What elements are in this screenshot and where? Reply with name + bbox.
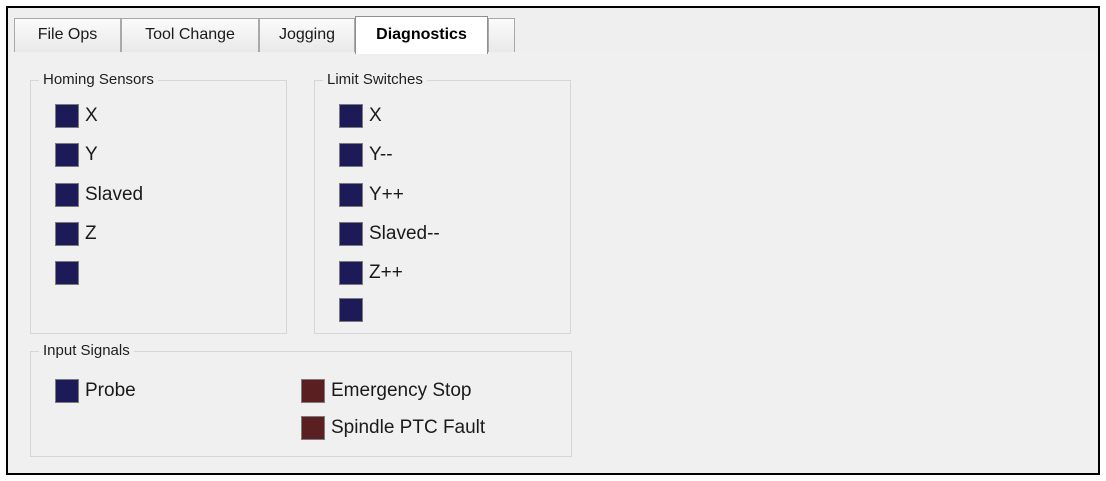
limit-switch-x: X — [339, 103, 382, 129]
tab-unnamed[interactable] — [488, 18, 515, 52]
limit-slaved-minus-indicator — [339, 222, 363, 246]
tab-jogging[interactable]: Jogging — [259, 18, 355, 52]
limit-z-plus-indicator — [339, 261, 363, 285]
input-signals-group: Input Signals Probe Emergency Stop Spind… — [30, 342, 572, 457]
spindle-ptc-fault-indicator — [301, 416, 325, 440]
limit-y-plus-label: Y++ — [369, 184, 404, 205]
limit-x-label: X — [369, 105, 382, 126]
tab-bar: File Ops Tool Change Jogging Diagnostics — [8, 8, 1098, 54]
limit-unlabeled-indicator — [339, 298, 363, 322]
input-signal-emergency-stop: Emergency Stop — [301, 378, 471, 404]
emergency-stop-label: Emergency Stop — [331, 380, 472, 401]
homing-slaved-label: Slaved — [85, 184, 144, 205]
homing-sensors-group: Homing Sensors X Y Slaved Z — [30, 71, 287, 334]
limit-switches-title: Limit Switches — [323, 71, 427, 89]
homing-sensor-x: X — [55, 103, 98, 129]
diagnostics-panel: Homing Sensors X Y Slaved Z Limit Switch… — [8, 53, 1098, 473]
limit-switch-y-plus: Y++ — [339, 182, 404, 208]
homing-y-indicator — [55, 143, 79, 167]
probe-label: Probe — [85, 380, 136, 401]
homing-slaved-indicator — [55, 183, 79, 207]
limit-slaved-minus-label: Slaved-- — [369, 223, 440, 244]
limit-switch-z-plus: Z++ — [339, 260, 403, 286]
limit-y-plus-indicator — [339, 183, 363, 207]
limit-y-minus-label: Y-- — [369, 144, 393, 165]
limit-switches-group: Limit Switches X Y-- Y++ Slaved-- Z++ — [314, 71, 571, 334]
homing-z-indicator — [55, 222, 79, 246]
homing-x-indicator — [55, 104, 79, 128]
probe-indicator — [55, 379, 79, 403]
limit-switch-y-minus: Y-- — [339, 142, 393, 168]
tab-file-ops[interactable]: File Ops — [14, 18, 121, 52]
input-signals-title: Input Signals — [39, 342, 134, 360]
limit-x-indicator — [339, 104, 363, 128]
homing-x-label: X — [85, 105, 98, 126]
diagnostics-window: File Ops Tool Change Jogging Diagnostics… — [6, 6, 1100, 475]
limit-switch-slaved-minus: Slaved-- — [339, 221, 440, 247]
limit-switch-unlabeled — [339, 297, 369, 323]
homing-sensor-y: Y — [55, 142, 98, 168]
limit-z-plus-label: Z++ — [369, 262, 403, 283]
input-signal-probe: Probe — [55, 378, 136, 404]
homing-sensor-slaved: Slaved — [55, 182, 143, 208]
homing-sensors-title: Homing Sensors — [39, 71, 158, 89]
tab-tool-change[interactable]: Tool Change — [121, 18, 259, 52]
emergency-stop-indicator — [301, 379, 325, 403]
input-signal-spindle-ptc-fault: Spindle PTC Fault — [301, 415, 485, 441]
homing-sensor-unlabeled — [55, 260, 85, 286]
homing-y-label: Y — [85, 144, 98, 165]
limit-y-minus-indicator — [339, 143, 363, 167]
homing-z-label: Z — [85, 223, 97, 244]
spindle-ptc-fault-label: Spindle PTC Fault — [331, 417, 486, 438]
homing-unlabeled-indicator — [55, 261, 79, 285]
tab-diagnostics[interactable]: Diagnostics — [355, 16, 488, 54]
homing-sensor-z: Z — [55, 221, 97, 247]
